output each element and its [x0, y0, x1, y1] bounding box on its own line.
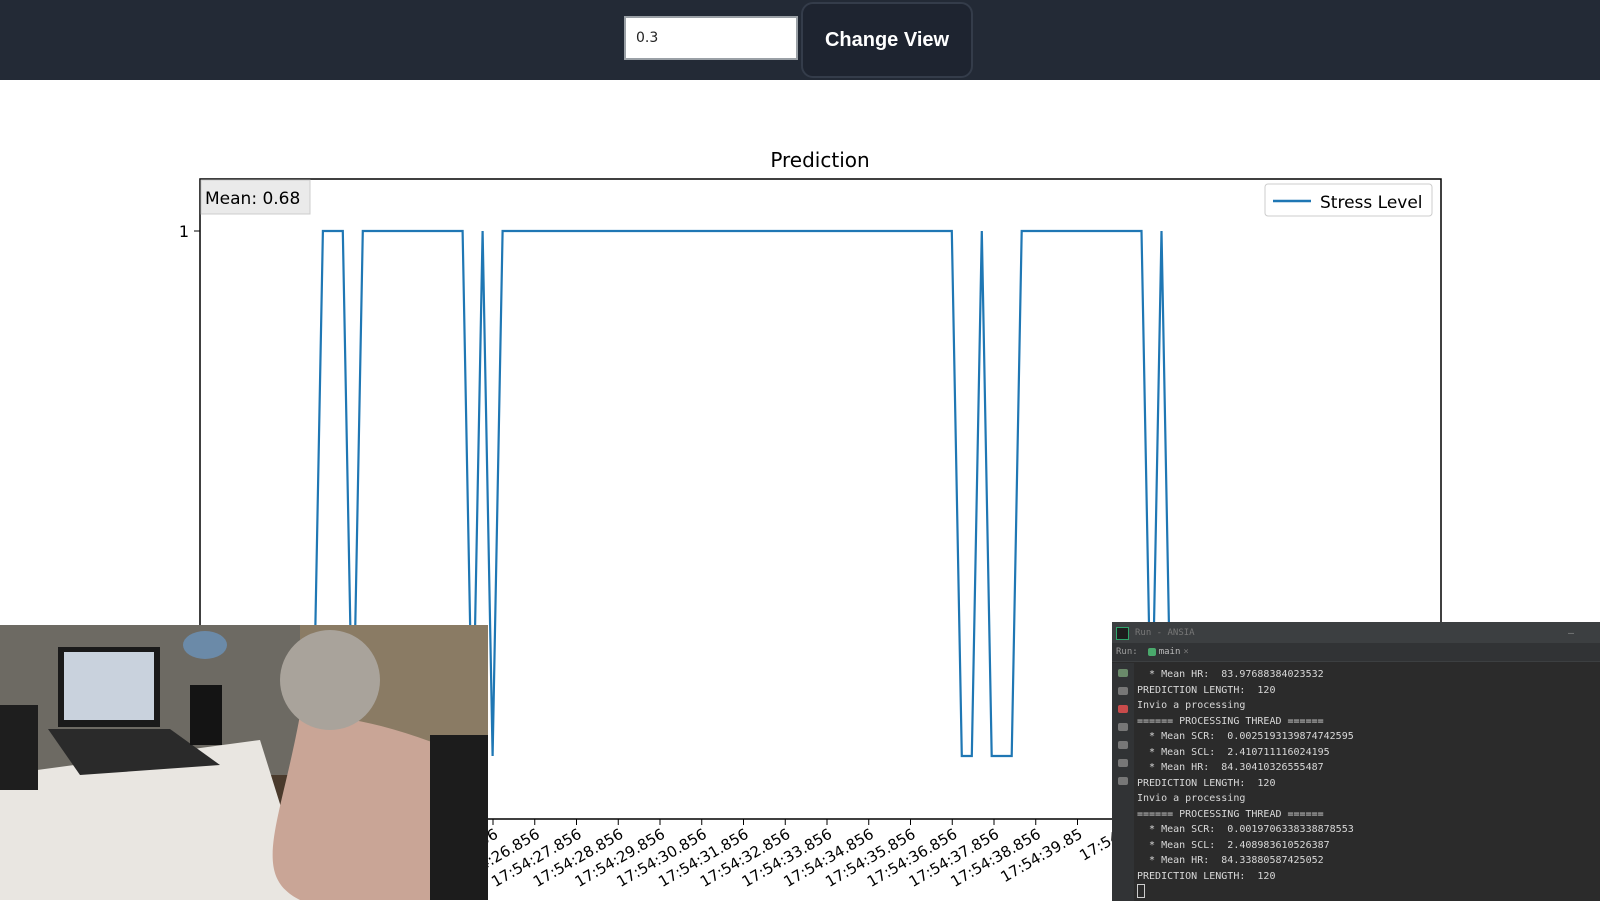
- terminal-line: * Mean SCL: 2.410711116024195: [1137, 746, 1330, 758]
- webcam-scene: [0, 625, 488, 900]
- rerun-icon[interactable]: [1118, 669, 1128, 677]
- terminal-tabs: Run: main ×: [1112, 643, 1600, 662]
- laptop-display: [64, 652, 154, 720]
- terminal-title: Run - ANSIA: [1135, 628, 1195, 638]
- wrench-icon[interactable]: [1118, 687, 1128, 695]
- terminal-line: * Mean SCR: 0.0025193139874742595: [1137, 731, 1354, 742]
- person-head: [280, 630, 380, 730]
- terminal-panel: Run - ANSIA – Run: main × * Mean HR: 83.…: [1112, 622, 1600, 901]
- terminal-line: * Mean SCR: 0.0019706338338878553: [1137, 824, 1354, 835]
- legend: Stress Level: [1264, 183, 1433, 217]
- speaker: [0, 705, 38, 790]
- terminal-line: Invio a processing: [1137, 793, 1246, 804]
- top-toolbar: Change View: [0, 0, 1600, 80]
- mean-annotation: Mean: 0.68: [200, 179, 311, 215]
- chair: [430, 735, 488, 900]
- text-cursor: [1137, 884, 1145, 898]
- terminal-line: PREDICTION LENGTH: 120: [1137, 777, 1276, 789]
- terminal-line: PREDICTION LENGTH: 120: [1137, 684, 1276, 696]
- chart-title: Prediction: [770, 148, 869, 172]
- minimize-icon[interactable]: –: [1568, 628, 1574, 639]
- y-tick-label-0: 1: [179, 222, 189, 241]
- terminal-line: ====== PROCESSING THREAD ======: [1137, 715, 1324, 727]
- mean-annotation-text: Mean: 0.68: [205, 189, 300, 209]
- scroll-icon[interactable]: [1118, 723, 1128, 731]
- trash-icon[interactable]: [1118, 741, 1128, 749]
- python-icon: [1147, 648, 1156, 656]
- threshold-input[interactable]: [624, 16, 798, 60]
- webcam-overlay: [0, 625, 488, 900]
- terminal-line: PREDICTION LENGTH: 120: [1137, 870, 1276, 882]
- legend-entry-stress-level: Stress Level: [1320, 193, 1423, 213]
- layout-icon[interactable]: [1118, 759, 1128, 767]
- terminal-body: * Mean HR: 83.97688384023532 PREDICTION L…: [1112, 663, 1600, 901]
- run-label: Run:: [1116, 647, 1138, 657]
- terminal-titlebar: Run - ANSIA –: [1112, 623, 1600, 643]
- pycharm-icon: [1116, 626, 1129, 640]
- run-toolbar: [1112, 663, 1134, 901]
- terminal-line: ====== PROCESSING THREAD ======: [1137, 808, 1324, 820]
- y-axis: 1: [179, 222, 200, 241]
- tab-main[interactable]: main ×: [1147, 647, 1189, 657]
- speaker-right: [190, 685, 222, 745]
- tab-main-label: main: [1158, 647, 1181, 657]
- close-tab-icon[interactable]: ×: [1183, 647, 1188, 657]
- terminal-line: * Mean SCL: 2.408983610526387: [1137, 839, 1330, 851]
- terminal-prompt[interactable]: [1137, 884, 1600, 900]
- terminal-line: Invio a processing: [1137, 700, 1246, 711]
- stop-icon[interactable]: [1118, 705, 1128, 713]
- desk-lamp: [183, 631, 227, 659]
- pin-icon[interactable]: [1118, 777, 1128, 785]
- terminal-line: * Mean HR: 84.33880587425052: [1137, 855, 1324, 866]
- change-view-button[interactable]: Change View: [801, 2, 973, 78]
- x-axis: 25.85617:54:26.85617:54:27.85617:54:28.8…: [446, 819, 1127, 891]
- terminal-line: * Mean HR: 83.97688384023532: [1137, 669, 1324, 680]
- terminal-line: * Mean HR: 84.30410326555487: [1137, 762, 1324, 773]
- terminal-output: * Mean HR: 83.97688384023532 PREDICTION L…: [1134, 663, 1600, 901]
